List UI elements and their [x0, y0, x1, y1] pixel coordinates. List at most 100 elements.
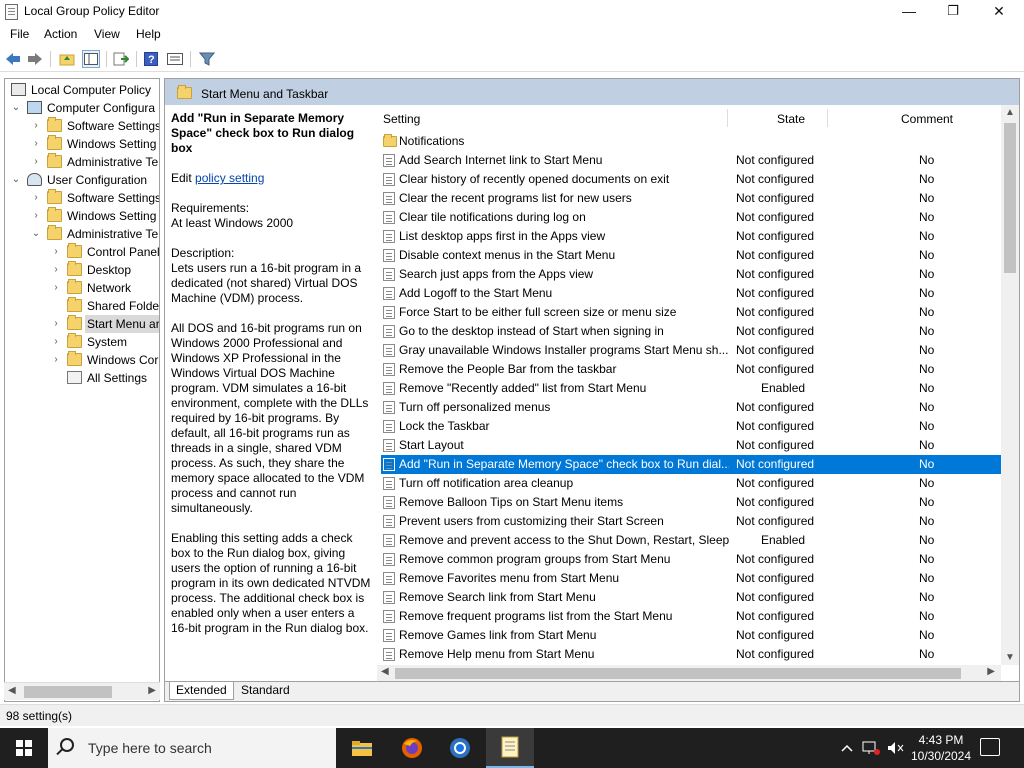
minimize-button[interactable]: —: [886, 0, 932, 24]
setting-state: Not configured: [736, 343, 815, 357]
firefox-icon[interactable]: [388, 728, 436, 768]
system-clock[interactable]: 4:43 PM 10/30/2024: [906, 732, 976, 764]
settings-list[interactable]: Setting State Comment Notifications Add …: [377, 105, 1017, 665]
table-row[interactable]: Turn off notification area cleanup Not co…: [381, 474, 1001, 493]
setting-state: Not configured: [736, 438, 815, 452]
expand-icon[interactable]: ›: [51, 279, 61, 297]
group-policy-editor-icon[interactable]: [486, 728, 534, 768]
scroll-thumb[interactable]: [395, 668, 961, 679]
policy-setting-link[interactable]: policy setting: [195, 171, 264, 185]
folder-icon: [47, 225, 62, 240]
table-row[interactable]: Remove "Recently added" list from Start …: [381, 379, 1001, 398]
expand-icon[interactable]: ›: [31, 135, 41, 153]
expand-icon[interactable]: ›: [31, 207, 41, 225]
scroll-thumb[interactable]: [1004, 123, 1016, 273]
column-divider[interactable]: [727, 109, 728, 127]
scroll-left-icon[interactable]: ◀: [8, 685, 16, 696]
table-row[interactable]: Force Start to be either full screen siz…: [381, 303, 1001, 322]
list-vertical-scrollbar[interactable]: ▲ ▼: [1001, 105, 1019, 665]
expand-icon[interactable]: ›: [31, 153, 41, 171]
table-row[interactable]: Remove frequent programs list from the S…: [381, 607, 1001, 626]
table-row[interactable]: Remove Balloon Tips on Start Menu items N…: [381, 493, 1001, 512]
properties-icon[interactable]: [166, 50, 184, 68]
scroll-right-icon[interactable]: ▶: [148, 685, 156, 696]
policy-setting-icon: [383, 344, 395, 357]
menu-file[interactable]: File: [10, 27, 29, 41]
export-list-icon[interactable]: [112, 50, 130, 68]
column-state[interactable]: State: [777, 112, 805, 126]
table-row[interactable]: Disable context menus in the Start Menu N…: [381, 246, 1001, 265]
setting-state: Enabled: [761, 533, 806, 547]
help-icon[interactable]: ?: [142, 50, 160, 68]
table-row[interactable]: Remove Help menu from Start Menu Not conf…: [381, 645, 1001, 664]
up-folder-icon[interactable]: [58, 50, 76, 68]
show-hide-tree-icon[interactable]: [82, 50, 100, 68]
volume-muted-icon[interactable]: [884, 728, 906, 768]
table-row[interactable]: Remove Favorites menu from Start Menu Not…: [381, 569, 1001, 588]
table-row[interactable]: Clear history of recently opened documen…: [381, 170, 1001, 189]
forward-icon[interactable]: [26, 50, 44, 68]
list-horizontal-scrollbar[interactable]: ◀ ▶: [377, 665, 1001, 681]
table-row[interactable]: Remove Search link from Start Menu Not co…: [381, 588, 1001, 607]
list-item-folder[interactable]: Notifications: [381, 132, 1001, 151]
collapse-icon[interactable]: ⌄: [31, 225, 41, 243]
scroll-right-icon[interactable]: ▶: [987, 666, 995, 677]
column-setting[interactable]: Setting: [383, 112, 420, 126]
collapse-icon[interactable]: ⌄: [11, 171, 21, 189]
tab-extended[interactable]: Extended: [169, 682, 234, 700]
table-row[interactable]: Search just apps from the Apps view Not c…: [381, 265, 1001, 284]
table-row[interactable]: Add Search Internet link to Start Menu No…: [381, 151, 1001, 170]
table-row[interactable]: Remove Games link from Start Menu Not con…: [381, 626, 1001, 645]
expand-icon[interactable]: ›: [31, 117, 41, 135]
table-row[interactable]: Remove common program groups from Start …: [381, 550, 1001, 569]
table-row[interactable]: Gray unavailable Windows Installer progr…: [381, 341, 1001, 360]
table-row[interactable]: Add Logoff to the Start Menu Not configur…: [381, 284, 1001, 303]
scroll-left-icon[interactable]: ◀: [381, 666, 389, 677]
file-explorer-icon[interactable]: [338, 728, 386, 768]
chrome-icon[interactable]: [436, 728, 484, 768]
toolbar-separator: [136, 51, 137, 67]
expand-icon[interactable]: ›: [51, 243, 61, 261]
table-row[interactable]: Turn off personalized menus Not configure…: [381, 398, 1001, 417]
menu-action[interactable]: Action: [44, 27, 77, 41]
network-icon[interactable]: [860, 728, 882, 768]
setting-name: Remove Balloon Tips on Start Menu items: [399, 495, 624, 509]
expand-icon[interactable]: ›: [31, 189, 41, 207]
column-divider[interactable]: [827, 109, 828, 127]
taskbar-search-box[interactable]: Type here to search: [48, 728, 336, 768]
column-comment[interactable]: Comment: [901, 112, 953, 126]
menu-help[interactable]: Help: [136, 27, 161, 41]
expand-icon[interactable]: ›: [51, 261, 61, 279]
chevron-up-icon[interactable]: [838, 728, 856, 768]
menu-view[interactable]: View: [94, 27, 120, 41]
close-button[interactable]: ✕: [976, 0, 1022, 24]
back-icon[interactable]: [4, 50, 22, 68]
table-row[interactable]: Clear tile notifications during log on No…: [381, 208, 1001, 227]
table-row[interactable]: List desktop apps first in the Apps view…: [381, 227, 1001, 246]
filter-icon[interactable]: [198, 50, 216, 68]
tree-horizontal-scrollbar[interactable]: ◀ ▶: [4, 682, 160, 700]
expand-icon[interactable]: ›: [51, 351, 61, 369]
table-row[interactable]: Start Layout Not configured No: [381, 436, 1001, 455]
setting-comment: No: [919, 305, 935, 319]
tab-standard[interactable]: Standard: [235, 682, 296, 700]
expand-icon[interactable]: ›: [51, 315, 61, 333]
table-row[interactable]: Prevent users from customizing their Sta…: [381, 512, 1001, 531]
table-row[interactable]: Lock the Taskbar Not configured No: [381, 417, 1001, 436]
notifications-icon[interactable]: [980, 738, 1000, 756]
table-row[interactable]: Clear the recent programs list for new u…: [381, 189, 1001, 208]
start-button[interactable]: [0, 728, 48, 768]
table-row[interactable]: Remove the People Bar from the taskbar No…: [381, 360, 1001, 379]
scroll-down-icon[interactable]: ▼: [1005, 652, 1015, 663]
console-tree[interactable]: Local Computer Policy ⌄ Computer Configu…: [4, 78, 160, 702]
table-row[interactable]: Go to the desktop instead of Start when …: [381, 322, 1001, 341]
collapse-icon[interactable]: ⌄: [11, 99, 21, 117]
scroll-thumb[interactable]: [24, 686, 112, 698]
table-row-selected[interactable]: Add "Run in Separate Memory Space" check…: [381, 455, 1001, 474]
maximize-button[interactable]: ❐: [930, 0, 976, 24]
setting-name: Gray unavailable Windows Installer progr…: [399, 343, 729, 357]
expand-icon[interactable]: ›: [51, 333, 61, 351]
scroll-up-icon[interactable]: ▲: [1005, 107, 1015, 118]
all-settings-icon: [67, 371, 82, 384]
table-row[interactable]: Remove and prevent access to the Shut Do…: [381, 531, 1001, 550]
